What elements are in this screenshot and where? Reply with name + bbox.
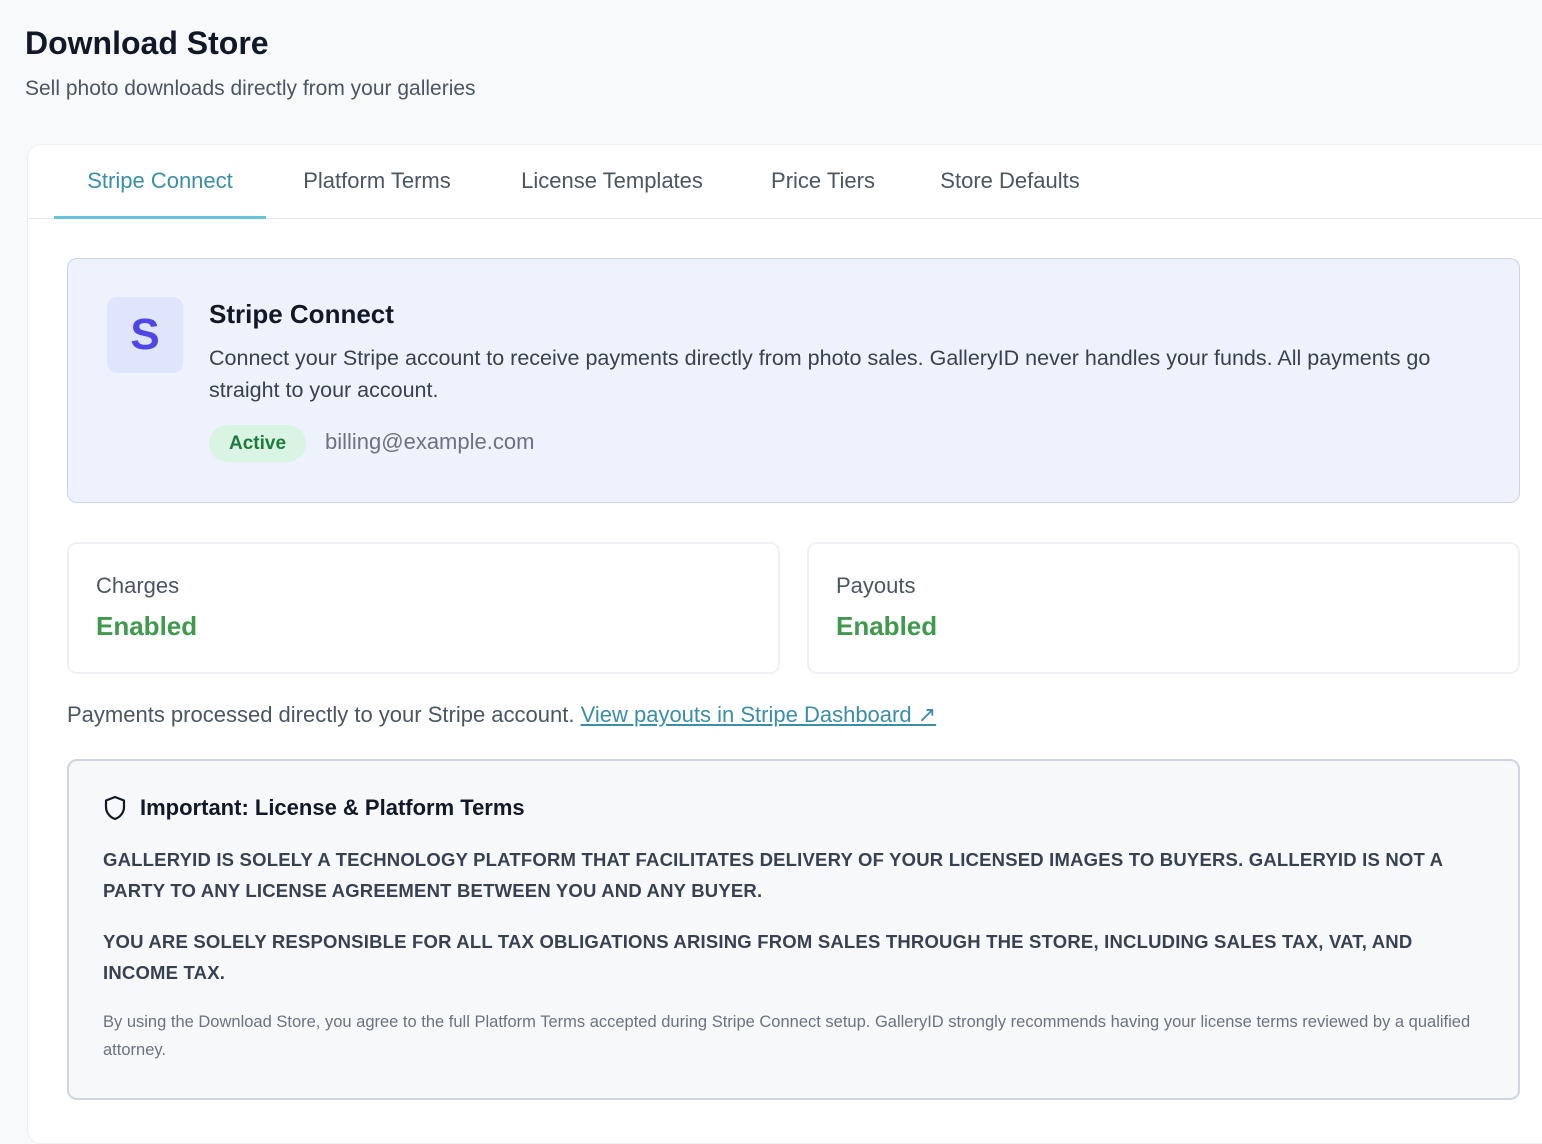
stripe-logo: S (107, 297, 183, 373)
shield-icon (104, 795, 126, 821)
page-header: Download Store Sell photo downloads dire… (25, 22, 476, 104)
charges-label: Charges (96, 573, 180, 598)
payouts-card: Payouts Enabled (807, 542, 1520, 674)
store-settings-card: Stripe Connect Platform Terms License Te… (27, 144, 1542, 1144)
tab-license-templates[interactable]: License Templates (502, 145, 722, 219)
tab-stripe-connect[interactable]: Stripe Connect (54, 145, 266, 219)
stripe-account-email: billing@example.com (325, 429, 535, 454)
payments-note-text: Payments processed directly to your Stri… (67, 702, 581, 727)
page-title: Download Store (25, 25, 269, 61)
page-subtitle: Sell photo downloads directly from your … (25, 77, 476, 100)
terms-header: Important: License & Platform Terms (103, 795, 525, 821)
tab-store-defaults[interactable]: Store Defaults (924, 145, 1096, 219)
stripe-connect-panel: S Stripe Connect Connect your Stripe acc… (67, 258, 1520, 503)
terms-title: Important: License & Platform Terms (140, 795, 525, 820)
payouts-label: Payouts (836, 573, 916, 598)
stripe-dashboard-link[interactable]: View payouts in Stripe Dashboard ↗ (581, 702, 937, 727)
tab-platform-terms[interactable]: Platform Terms (286, 145, 468, 219)
payments-note: Payments processed directly to your Stri… (67, 702, 936, 728)
tab-price-tiers[interactable]: Price Tiers (756, 145, 890, 219)
tab-bar: Stripe Connect Platform Terms License Te… (28, 145, 1542, 219)
status-badge: Active (209, 425, 306, 462)
stripe-description: Connect your Stripe account to receive p… (209, 346, 1431, 402)
stripe-title: Stripe Connect (209, 299, 394, 329)
terms-tax-disclaimer: You are solely responsible for all tax o… (103, 931, 1413, 983)
terms-notice: Important: License & Platform Terms Gall… (67, 759, 1520, 1100)
charges-card: Charges Enabled (67, 542, 780, 674)
terms-note: By using the Download Store, you agree t… (103, 1013, 1471, 1059)
terms-platform-disclaimer: GalleryID is solely a technology platfor… (103, 849, 1443, 901)
payouts-value: Enabled (836, 611, 938, 641)
charges-value: Enabled (96, 611, 198, 641)
